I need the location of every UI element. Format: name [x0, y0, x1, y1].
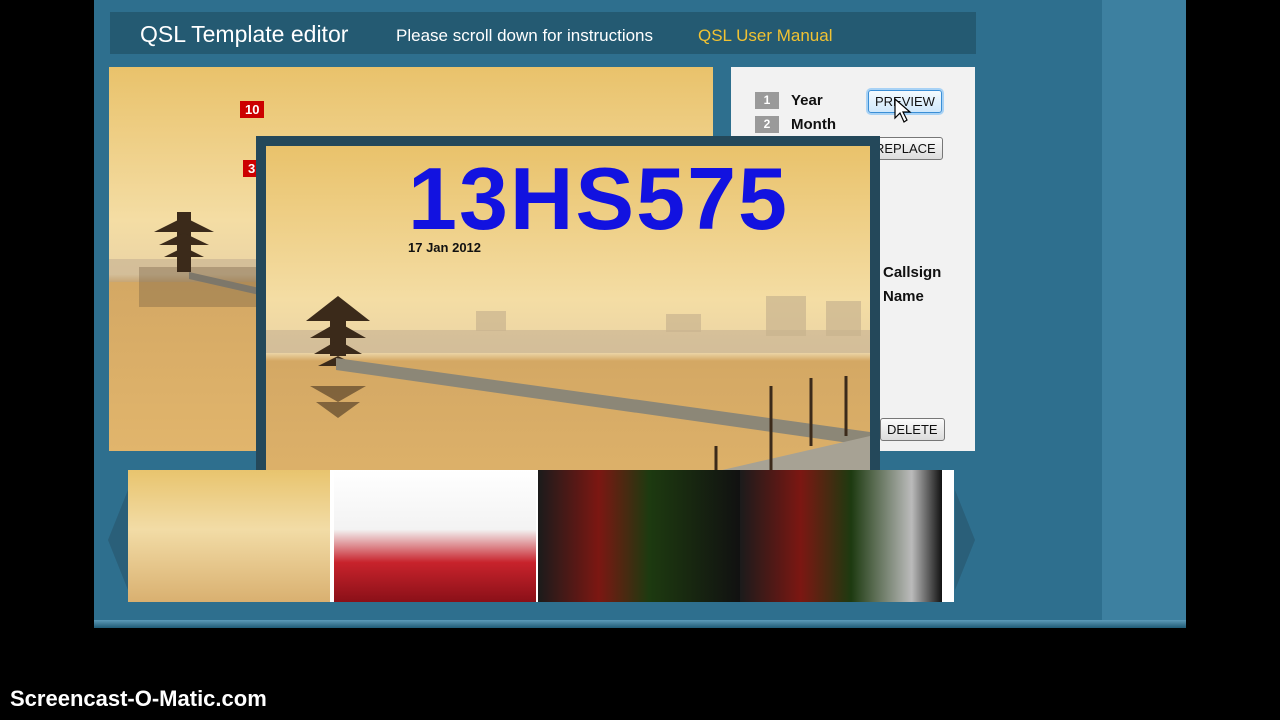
template-thumbnail[interactable]: [538, 470, 740, 602]
callsign-field-label[interactable]: Callsign: [883, 264, 941, 281]
recording-watermark: Screencast-O-Matic.com: [10, 686, 267, 711]
field-label: Month: [791, 116, 836, 133]
app-title: QSL Template editor: [140, 21, 349, 47]
field-item-month[interactable]: 2 Month: [755, 116, 836, 133]
field-number: 2: [755, 116, 779, 133]
page-right-column: [1102, 0, 1186, 628]
mouse-cursor-icon: [894, 98, 912, 123]
name-field-label[interactable]: Name: [883, 288, 924, 305]
field-marker[interactable]: 10: [240, 101, 265, 118]
field-number: 1: [755, 92, 779, 109]
field-label: Year: [791, 92, 823, 109]
header-bar: QSL Template editor Please scroll down f…: [110, 12, 976, 54]
template-thumbnail[interactable]: [334, 470, 536, 602]
scroll-left-arrow[interactable]: [108, 490, 128, 590]
page-bottom-bar: [94, 620, 1186, 628]
scroll-right-arrow[interactable]: [955, 490, 975, 590]
preview-date: 17 Jan 2012: [408, 240, 482, 255]
template-thumbnail[interactable]: [740, 470, 942, 602]
field-item-year[interactable]: 1 Year: [755, 92, 823, 109]
user-manual-link[interactable]: QSL User Manual: [698, 26, 832, 46]
scroll-hint: Please scroll down for instructions: [396, 26, 654, 45]
template-thumbnail[interactable]: [128, 470, 330, 602]
template-strip: [128, 470, 954, 602]
delete-button[interactable]: DELETE: [880, 418, 945, 441]
preview-callsign: 13HS575: [408, 149, 789, 248]
